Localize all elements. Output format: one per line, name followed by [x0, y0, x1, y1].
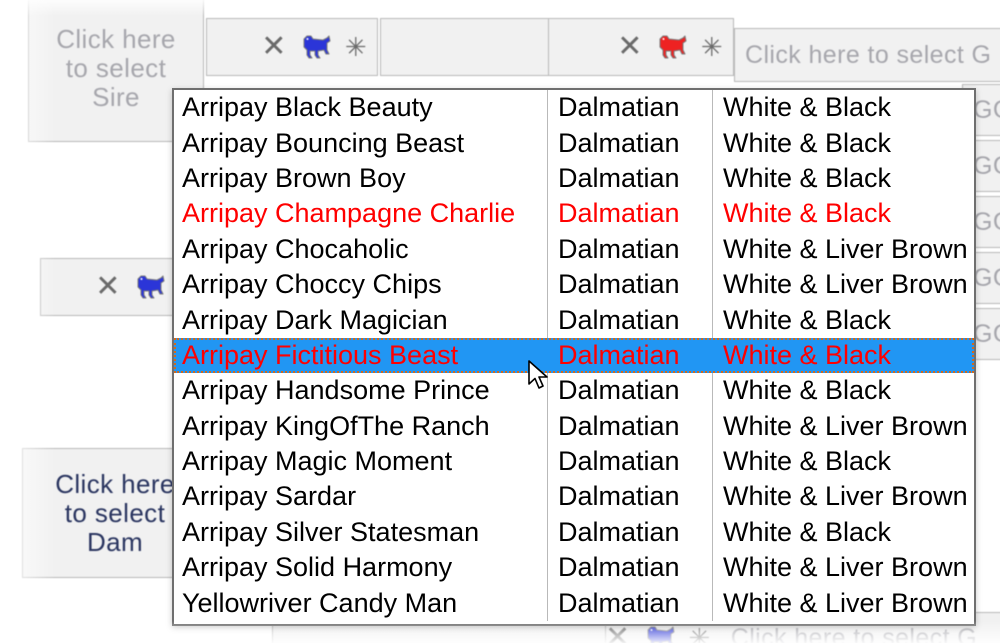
row-colour: White & Black: [712, 125, 974, 161]
row-colour: White & Black: [712, 90, 974, 126]
cell-action-icons[interactable]: ✕✳: [605, 623, 711, 643]
row-dog-name: Arripay KingOfThe Ranch: [182, 410, 490, 441]
row-colour: White & Liver Brown: [712, 266, 974, 303]
row-breed: Dalmatian: [547, 302, 712, 338]
row-colour: White & Liver Brown: [712, 231, 974, 267]
pedigree-cell-gggsire-label[interactable]: Click here to select G: [734, 28, 1000, 82]
row-breed: Dalmatian: [547, 196, 712, 232]
row-breed: Dalmatian: [547, 514, 712, 551]
dog-icon[interactable]: [299, 34, 333, 60]
row-breed: Dalmatian: [547, 231, 712, 267]
dog-icon[interactable]: [655, 34, 689, 60]
pedigree-cell-label: GG: [973, 151, 1000, 180]
close-x-icon[interactable]: ✕: [617, 32, 643, 62]
close-x-icon[interactable]: ✕: [261, 32, 287, 62]
row-breed: Dalmatian: [547, 443, 712, 480]
row-dog-name: Arripay Dark Magician: [182, 304, 448, 335]
row-dog-name: Arripay Magic Moment: [182, 446, 453, 477]
pedigree-cell-label: GG: [973, 319, 1000, 348]
row-dog-name: Arripay Bouncing Beast: [182, 127, 465, 158]
pedigree-cell-gdam-icons[interactable]: ✕ ✳: [548, 18, 734, 76]
table-row[interactable]: Arripay Bouncing Beast Dalmatian White & B…: [174, 125, 974, 161]
table-row[interactable]: Arripay Chocaholic Dalmatian White & Liver…: [174, 231, 974, 267]
row-dog-name: Arripay Handsome Prince: [182, 375, 490, 406]
asterisk-new-icon[interactable]: ✳: [701, 34, 723, 60]
row-dog-name: Arripay Solid Harmony: [182, 552, 453, 583]
row-breed: Dalmatian: [547, 479, 712, 515]
table-row[interactable]: Arripay Brown Boy Dalmatian White & Black: [174, 160, 974, 197]
pedigree-selection-screen: Click here to select Sire ✕ ✳ Click here to…: [0, 0, 1000, 643]
row-breed: Dalmatian: [547, 408, 712, 444]
row-colour: White & Liver Brown: [712, 550, 974, 586]
pedigree-cell-label: Click here to select Dam: [55, 468, 175, 557]
table-row[interactable]: Arripay Silver Statesman Dalmatian White &…: [174, 514, 974, 551]
close-x-icon[interactable]: ✕: [95, 272, 121, 302]
cell-action-icons[interactable]: ✕✳: [261, 32, 367, 62]
dog-selection-dropdown[interactable]: Arripay Black Beauty Dalmatian White & Bla…: [172, 88, 976, 626]
row-colour: White & Black: [712, 302, 974, 338]
row-colour: White & Black: [712, 373, 974, 409]
table-row[interactable]: Arripay Fictitious Beast Dalmatian White &…: [174, 337, 974, 374]
row-dog-name: Yellowriver Candy Man: [182, 587, 458, 618]
row-colour: White & Black: [712, 160, 974, 197]
table-row[interactable]: Arripay Dark Magician Dalmatian White & Bl…: [174, 302, 974, 338]
cell-action-icons[interactable]: ✕✳: [617, 32, 723, 62]
table-row[interactable]: Arripay Sardar Dalmatian White & Liver Bro…: [174, 479, 974, 515]
table-row[interactable]: Arripay Handsome Prince Dalmatian White & …: [174, 373, 974, 409]
dog-icon[interactable]: [643, 625, 677, 643]
row-dog-name: Arripay Black Beauty: [182, 92, 433, 123]
pedigree-cell-label: Click here to select Sire: [56, 23, 176, 112]
table-row[interactable]: Arripay KingOfThe Ranch Dalmatian White & …: [174, 408, 974, 444]
table-row[interactable]: Arripay Choccy Chips Dalmatian White & Liv…: [174, 266, 974, 303]
pedigree-cell-label: Click here to select G: [745, 40, 992, 69]
row-breed: Dalmatian: [547, 550, 712, 586]
pedigree-cell-label: GG: [973, 263, 1000, 292]
table-row[interactable]: Arripay Black Beauty Dalmatian White & Bla…: [174, 90, 974, 126]
table-row[interactable]: Arripay Solid Harmony Dalmatian White & Li…: [174, 550, 974, 586]
table-row[interactable]: Yellowriver Candy Man Dalmatian White & Li…: [174, 585, 974, 621]
row-colour: White & Black: [712, 196, 974, 232]
table-row[interactable]: Arripay Magic Moment Dalmatian White & Bla…: [174, 443, 974, 480]
row-dog-name: Arripay Chocaholic: [182, 233, 409, 264]
row-colour: White & Liver Brown: [712, 585, 974, 621]
close-x-icon[interactable]: ✕: [605, 623, 631, 643]
pedigree-cell-label: GG: [973, 95, 1000, 124]
row-breed: Dalmatian: [547, 337, 712, 374]
row-dog-name: Arripay Brown Boy: [182, 162, 406, 193]
row-dog-name: Arripay Choccy Chips: [182, 269, 442, 300]
pedigree-cell-gsire-icons[interactable]: ✕ ✳: [206, 18, 378, 76]
row-breed: Dalmatian: [547, 373, 712, 409]
row-breed: Dalmatian: [547, 266, 712, 303]
row-colour: White & Liver Brown: [712, 479, 974, 515]
row-dog-name: Arripay Champagne Charlie: [182, 198, 516, 229]
table-row[interactable]: Arripay Champagne Charlie Dalmatian White …: [174, 196, 974, 232]
row-colour: White & Black: [712, 514, 974, 551]
row-colour: White & Black: [712, 443, 974, 480]
asterisk-new-icon[interactable]: ✳: [689, 625, 711, 643]
row-breed: Dalmatian: [547, 90, 712, 126]
pedigree-cell-label: Click here to select G: [730, 623, 978, 643]
row-colour: White & Black: [712, 337, 974, 374]
row-breed: Dalmatian: [547, 585, 712, 621]
row-colour: White & Liver Brown: [712, 408, 974, 444]
row-breed: Dalmatian: [547, 160, 712, 197]
row-dog-name: Arripay Fictitious Beast: [182, 339, 459, 370]
dog-icon[interactable]: [133, 274, 167, 300]
asterisk-new-icon[interactable]: ✳: [345, 34, 367, 60]
row-dog-name: Arripay Sardar: [182, 481, 357, 512]
pedigree-cell-label: GG: [973, 207, 1000, 236]
row-breed: Dalmatian: [547, 125, 712, 161]
row-dog-name: Arripay Silver Statesman: [182, 516, 480, 547]
